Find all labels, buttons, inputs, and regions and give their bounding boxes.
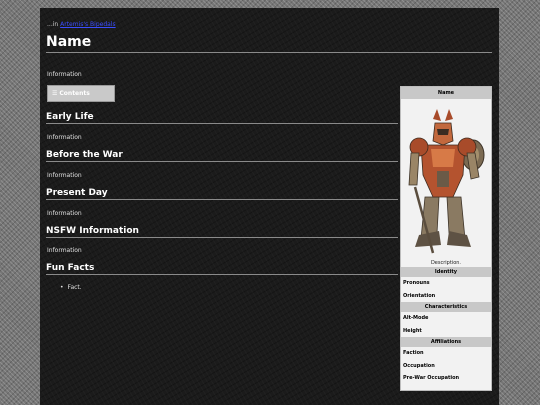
section-text-nsfw-information: Information (47, 247, 82, 254)
section-text-before-the-war: Information (47, 172, 82, 179)
toc-label: Contents (59, 90, 90, 97)
breadcrumb-link[interactable]: Artemis's Bipedals (60, 21, 116, 28)
infobox-row-pre-war-occupation: Pre-War Occupation (403, 375, 460, 381)
intro-text: Information (47, 71, 82, 78)
section-heading-nsfw-information: NSFW Information (46, 226, 398, 238)
list-icon: ☰ (52, 90, 58, 97)
infobox-section-characteristics: Characteristics (401, 302, 491, 312)
infobox-row-pronouns: Pronouns (403, 280, 430, 286)
infobox-row-occupation: Occupation (403, 362, 435, 369)
character-image[interactable] (401, 99, 491, 259)
toc-button[interactable]: ☰ Contents (47, 85, 115, 102)
infobox-row-alt-mode: Alt-Mode (403, 315, 429, 321)
infobox-title: Name (401, 87, 491, 99)
breadcrumb: ...in Artemis's Bipedals (47, 21, 116, 28)
robot-illustration (408, 109, 485, 254)
list-item: Fact. (60, 284, 82, 291)
breadcrumb-prefix: ...in (47, 21, 59, 28)
character-infobox: Name Description. Identity Pronouns Orie… (400, 86, 492, 391)
infobox-row-height: Height (403, 327, 422, 334)
infobox-caption: Description. (430, 260, 462, 266)
infobox-row-faction: Faction (403, 350, 424, 356)
article-page: ...in Artemis's Bipedals Name Informatio… (40, 8, 499, 405)
section-text-early-life: Information (47, 134, 82, 141)
fun-facts-list: Fact. (60, 284, 82, 291)
page-title: Name (46, 34, 492, 53)
section-text-present-day: Information (47, 210, 82, 217)
section-heading-fun-facts: Fun Facts (46, 263, 398, 275)
section-heading-present-day: Present Day (46, 188, 398, 200)
infobox-section-identity: Identity (401, 267, 491, 277)
section-heading-before-the-war: Before the War (46, 150, 398, 162)
infobox-row-orientation: Orientation (403, 292, 436, 299)
infobox-section-affiliations: Affiliations (401, 337, 491, 347)
section-heading-early-life: Early Life (46, 112, 398, 124)
